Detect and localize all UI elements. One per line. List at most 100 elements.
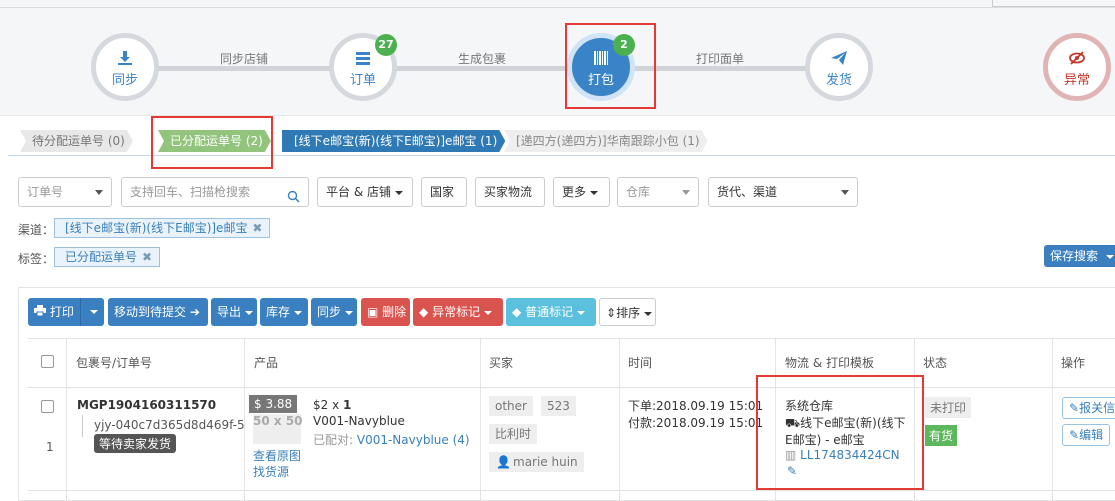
column-header: 状态 <box>923 356 948 370</box>
buyer-name[interactable]: 👤 marie huin <box>489 452 584 472</box>
chevron-down-icon <box>395 190 403 195</box>
close-icon[interactable]: ✖ <box>142 248 152 266</box>
tag-filter-label: 标签： <box>18 252 55 266</box>
step-label: 打包 <box>587 73 614 88</box>
order-no-select[interactable]: 订单号 <box>18 177 112 207</box>
normal-mark-dropdown[interactable]: ◆ 普通标记 <box>506 298 596 326</box>
order-time: 下单:2018.09.19 15:01 <box>628 399 764 413</box>
paired-sku-link[interactable]: V001-Navyblue (4) <box>357 433 470 447</box>
export-label: 导出 <box>217 305 242 319</box>
tab-unassigned[interactable]: 待分配运单号 (0) <box>20 130 133 152</box>
paired-label: 已配对: <box>313 433 357 447</box>
app-root: { "steps": [ {"label": "同步", "icon": "do… <box>0 0 1115 501</box>
abnormal-mark-dropdown[interactable]: ◆ 异常标记 <box>413 298 503 326</box>
sort-icon: ⇕ <box>606 306 617 320</box>
column-header: 时间 <box>628 356 653 370</box>
payment-time: 付款:2018.09.19 15:01 <box>628 416 764 430</box>
divider <box>80 298 81 326</box>
sync-dropdown[interactable]: 同步 <box>311 298 357 326</box>
channel-filter-chip[interactable]: [线下e邮宝(新)(线下E邮宝)]e邮宝 ✖ <box>54 218 271 238</box>
edit-tracking-icon[interactable]: ✎ <box>787 464 797 478</box>
divider <box>0 7 1115 8</box>
sort-label: 排序 <box>616 306 641 320</box>
column-divider <box>66 338 67 501</box>
chevron-down-icon <box>577 310 586 315</box>
tag-filter-chip[interactable]: 已分配运单号 ✖ <box>54 247 161 267</box>
search-placeholder: 支持回车、扫描枪搜索 <box>130 185 251 199</box>
column-header: 买家 <box>489 356 514 370</box>
tab-channel-4px[interactable]: [递四方(递四方)]华南跟踪小包 (1) <box>504 130 708 152</box>
tab-assigned[interactable]: 已分配运单号 (2) <box>158 130 271 152</box>
tab-channel-eub[interactable]: [线下e邮宝(新)(线下E邮宝)]e邮宝 (1) <box>282 130 505 152</box>
chevron-down-icon <box>245 310 254 315</box>
connector-label: 同步店铺 <box>220 52 269 66</box>
column-divider <box>775 338 776 501</box>
print-label: 打印 <box>49 305 74 319</box>
order-status-badge: 等待卖家发货 <box>94 434 177 453</box>
edit-icon: ✎ <box>1069 401 1080 415</box>
customs-report-button[interactable]: ✎报关信 <box>1062 397 1115 419</box>
step-ship[interactable]: 发货 <box>805 33 873 101</box>
product-sku: V001-Navyblue <box>313 414 405 428</box>
buyer-tag: 523 <box>541 396 576 416</box>
view-original-image-link[interactable]: 查看原图 <box>253 447 301 464</box>
save-search-button[interactable]: 保存搜索 <box>1044 245 1115 267</box>
delete-button[interactable]: ▣ 删除 <box>361 298 410 326</box>
more-dropdown[interactable]: 更多 <box>553 177 610 207</box>
sort-dropdown[interactable]: ⇕排序 <box>599 298 656 326</box>
row-checkbox[interactable] <box>41 400 54 413</box>
connector-label: 打印面单 <box>696 52 745 66</box>
more-label: 更多 <box>562 185 587 199</box>
package-number[interactable]: MGP1904160311570 <box>77 398 216 412</box>
pack-count-badge: 2 <box>613 34 635 56</box>
warehouse-select[interactable]: 仓库 <box>617 177 699 207</box>
stock-dropdown[interactable]: 库存 <box>260 298 308 326</box>
step-abnormal[interactable]: 异常 <box>1043 33 1111 101</box>
export-dropdown[interactable]: 导出 <box>211 298 257 326</box>
arrow-right-circle-icon: ➔ <box>189 305 200 319</box>
select-all-checkbox[interactable] <box>41 355 54 368</box>
channel-select[interactable]: 货代、渠道 <box>708 177 858 207</box>
search-input[interactable]: 支持回车、扫描枪搜索 <box>121 177 309 207</box>
chevron-down-icon <box>95 190 103 195</box>
edit-button[interactable]: ✎编辑 <box>1062 424 1111 446</box>
chevron-down-icon[interactable] <box>90 310 98 314</box>
row-index: 1 <box>46 440 54 454</box>
platform-store-dropdown[interactable]: 平台 & 店铺 <box>317 177 413 207</box>
buyer-tag: other <box>489 396 533 416</box>
step-sync[interactable]: 同步 <box>91 33 159 101</box>
channel-line-2: E邮宝) - e邮宝 <box>785 433 865 447</box>
customs-report-label: 报关信 <box>1079 401 1115 415</box>
tracking-number[interactable]: ▥ LL174834424CN <box>785 448 900 462</box>
chevron-down-icon <box>590 190 599 195</box>
channel-line-1: ⛟线下e邮宝(新)(线下 <box>785 414 906 432</box>
truck-icon: ⛟ <box>785 416 801 430</box>
edit-icon: ✎ <box>1069 428 1080 442</box>
chevron-down-icon <box>841 190 849 195</box>
column-header: 物流 & 打印模板 <box>785 356 874 370</box>
order-number[interactable]: yjy-040c7d365d8d469f-5 <box>94 418 245 432</box>
chevron-down-icon <box>294 310 303 315</box>
row-divider <box>28 490 1115 491</box>
top-search-input[interactable] <box>992 0 1115 7</box>
column-header: 包裹号/订单号 <box>76 356 153 370</box>
country-label: 国家 <box>430 185 455 199</box>
tag-icon: ◆ <box>419 305 429 319</box>
print-status-badge: 未打印 <box>925 397 972 418</box>
step-label: 订单 <box>349 73 376 88</box>
close-icon[interactable]: ✖ <box>252 219 262 237</box>
country-button[interactable]: 国家 <box>421 177 467 207</box>
channel-text-1: 线下e邮宝(新)(线下 <box>800 416 906 430</box>
product-image[interactable]: 50 x 50 <box>253 414 303 444</box>
channel-select-label: 货代、渠道 <box>717 185 778 199</box>
move-to-pending-button[interactable]: 移动到待提交 ➔ <box>108 298 208 326</box>
save-search-label: 保存搜索 <box>1050 249 1099 263</box>
normal-mark-label: 普通标记 <box>525 305 574 319</box>
buyer-logistics-button[interactable]: 买家物流 <box>475 177 545 207</box>
buyer-country: 比利时 <box>489 424 538 444</box>
find-source-link[interactable]: 找货源 <box>253 463 289 480</box>
channel-filter-label: 渠道： <box>18 223 55 237</box>
print-button[interactable]: 打印 <box>28 298 104 326</box>
abnormal-mark-label: 异常标记 <box>432 305 481 319</box>
workflow-steps: 同步 订单 27 打包 2 发货 异常 同步店铺 生成包裹 打印面单 <box>0 0 1115 116</box>
